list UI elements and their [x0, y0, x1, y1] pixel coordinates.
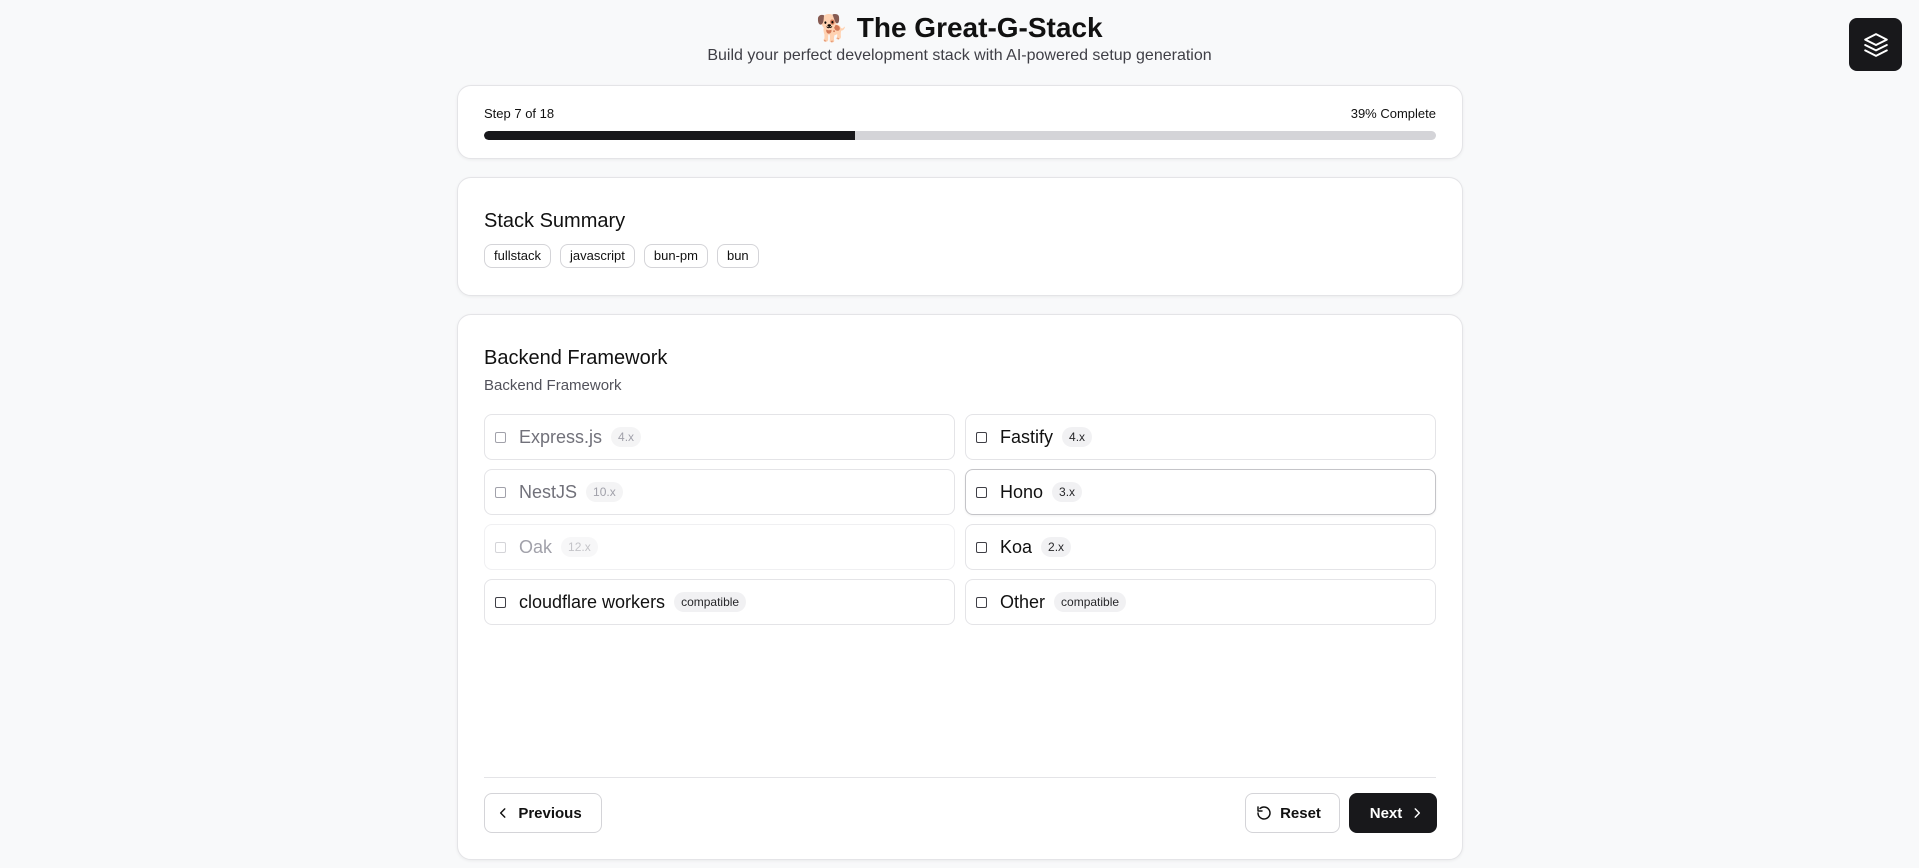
next-button[interactable]: Next [1349, 793, 1437, 833]
summary-chip: bun-pm [643, 244, 708, 268]
version-badge: 2.x [1041, 537, 1072, 557]
option-label: Hono [1000, 481, 1044, 502]
section-subtitle: Backend Framework [484, 377, 622, 394]
option-checkbox[interactable] [495, 431, 506, 443]
reset-label: Reset [1280, 804, 1321, 822]
layers-icon [1863, 32, 1888, 57]
option-label: Fastify [1000, 426, 1054, 447]
footer-divider [484, 777, 1436, 778]
option-fastify[interactable]: Fastify 4.x [965, 414, 1436, 460]
option-other[interactable]: Other compatible [965, 579, 1436, 625]
percent-complete: 39% Complete [1350, 106, 1436, 121]
option-label: Other [1000, 591, 1046, 612]
summary-chip: bun [716, 244, 759, 268]
page-subtitle: Build your perfect development stack wit… [707, 47, 1212, 64]
page-title-text: The Great-G-Stack [856, 12, 1103, 43]
stack-summary-chips: fullstack javascript bun-pm bun [484, 244, 759, 268]
step-indicator: Step 7 of 18 [484, 106, 555, 121]
option-checkbox[interactable] [495, 541, 506, 553]
option-label: cloudflare workers [519, 591, 666, 612]
option-label: Koa [1000, 536, 1033, 557]
option-checkbox[interactable] [495, 596, 506, 608]
section-title: Backend Framework [484, 347, 668, 369]
stack-summary-title: Stack Summary [484, 210, 626, 232]
option-label: Express.js [519, 426, 603, 447]
option-checkbox[interactable] [976, 431, 987, 443]
reset-button[interactable]: Reset [1245, 793, 1340, 833]
option-hono[interactable]: Hono 3.x [965, 469, 1436, 515]
backend-framework-card: Backend Framework Backend Framework Expr… [457, 314, 1463, 860]
option-label: Oak [519, 536, 553, 557]
option-checkbox[interactable] [495, 486, 506, 498]
option-cloudflare-workers[interactable]: cloudflare workers compatible [484, 579, 955, 625]
stack-menu-button[interactable] [1849, 18, 1902, 71]
version-badge: 4.x [1062, 427, 1093, 447]
option-koa[interactable]: Koa 2.x [965, 524, 1436, 570]
option-checkbox[interactable] [976, 541, 987, 553]
summary-chip: javascript [559, 244, 635, 268]
stack-summary-card: Stack Summary fullstack javascript bun-p… [457, 177, 1463, 296]
option-express[interactable]: Express.js 4.x [484, 414, 955, 460]
option-checkbox[interactable] [976, 596, 987, 608]
version-badge: 3.x [1052, 482, 1083, 502]
progress-card: Step 7 of 18 39% Complete [457, 85, 1463, 159]
chevron-left-icon [500, 808, 506, 818]
option-label: NestJS [519, 481, 578, 502]
next-label: Next [1369, 804, 1403, 822]
dog-icon: 🐕 [816, 14, 849, 44]
version-badge: 12.x [561, 537, 598, 557]
compatibility-badge: compatible [674, 592, 747, 612]
option-oak[interactable]: Oak 12.x [484, 524, 955, 570]
rotate-ccw-icon [1257, 806, 1271, 820]
chevron-right-icon [1414, 808, 1421, 818]
framework-options: Express.js 4.x Fastify 4.x NestJS 10.x H… [484, 414, 1436, 625]
option-checkbox[interactable] [976, 486, 987, 498]
version-badge: 10.x [586, 482, 623, 502]
progress-bar-fill [484, 131, 856, 140]
page-title: 🐕 The Great-G-Stack [0, 10, 1919, 47]
summary-chip: fullstack [484, 244, 551, 268]
previous-button[interactable]: Previous [484, 793, 602, 833]
version-badge: 4.x [611, 427, 642, 447]
option-nestjs[interactable]: NestJS 10.x [484, 469, 955, 515]
progress-bar [484, 131, 1436, 140]
previous-label: Previous [518, 804, 582, 822]
compatibility-badge: compatible [1054, 592, 1127, 612]
